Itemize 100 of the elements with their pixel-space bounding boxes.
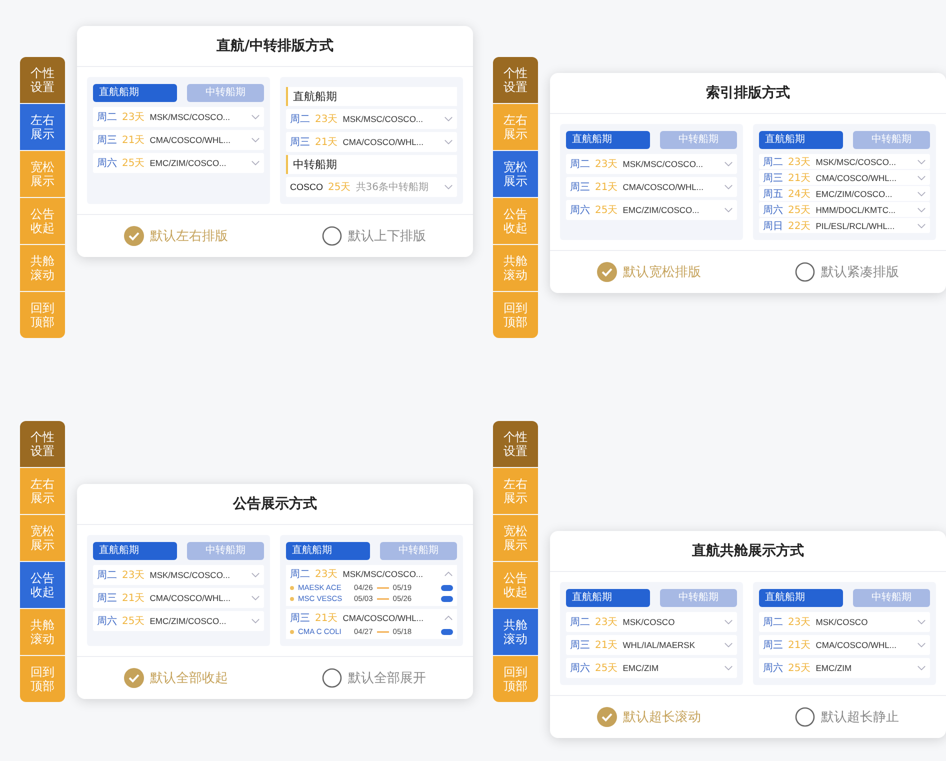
duration-text: 22天 <box>788 220 811 232</box>
weekday-text: 周五 <box>763 188 783 200</box>
route-line-icon <box>376 630 389 632</box>
carrier-text: CMA/COSCO/WHL... <box>816 640 896 650</box>
settings-header[interactable]: 个性设置 <box>20 421 65 467</box>
settings-header[interactable]: 个性设置 <box>493 421 538 467</box>
schedule-tab[interactable]: 直航船期 <box>566 131 650 149</box>
weekday-text: COSCO <box>290 182 324 192</box>
carrier-text: CMA/COSCO/WHL... <box>816 172 896 182</box>
carrier-text: EMC/ZIM <box>816 663 852 673</box>
schedule-tab[interactable]: 直航船期 <box>759 589 842 607</box>
weekday-text: 周二 <box>290 113 310 126</box>
schedule-tab[interactable]: 直航船期 <box>759 131 842 149</box>
carrier-text: HMM/DOCL/KMTC... <box>816 204 896 214</box>
duration-text: 23天 <box>315 568 338 580</box>
weekday-text: 周二 <box>763 156 783 168</box>
side-menu-item[interactable]: 公告收起 <box>20 562 65 608</box>
schedule-tab[interactable]: 直航船期 <box>93 84 176 102</box>
schedule-row[interactable]: 周六 25天 EMC/ZIM/COSCO... <box>566 200 737 220</box>
duration-text: 24天 <box>788 188 811 200</box>
chevron-down-icon <box>917 190 926 196</box>
weekday-text: 周二 <box>570 158 590 171</box>
layout-option[interactable]: 默认紧凑排版 <box>748 251 946 293</box>
chevron-down-icon <box>917 619 926 625</box>
chevron-down-icon <box>724 184 733 190</box>
duration-text: 25天 <box>122 615 145 628</box>
side-menu-item[interactable]: 共舱滚动 <box>493 609 538 655</box>
carrier-text: MSK/MSC/COSCO... <box>150 570 230 580</box>
popup-title: 直航/中转排版方式 <box>77 26 473 67</box>
layout-option[interactable]: 默认全部展开 <box>275 657 473 699</box>
chevron-down-icon <box>444 139 453 145</box>
weekday-text: 周三 <box>290 136 310 149</box>
schedule-row[interactable]: COSCO 25天 共36条中转船期 <box>286 177 457 197</box>
carrier-text: MSK/COSCO <box>622 617 675 627</box>
schedule-row[interactable]: 周五 24天 EMC/ZIM/COSCO... <box>759 186 930 201</box>
chevron-down-icon <box>724 665 733 671</box>
chevron-down-icon <box>917 174 926 180</box>
side-menu-item[interactable]: 宽松展示 <box>493 151 538 197</box>
check-circle-icon[interactable] <box>597 262 617 282</box>
schedule-row[interactable]: 周日 22天 PIL/ESL/RCL/WHL... <box>759 218 930 233</box>
radio-circle-icon[interactable] <box>795 262 815 282</box>
schedule-tab[interactable]: 直航船期 <box>93 542 176 560</box>
chevron-down-icon <box>251 572 260 578</box>
chevron-down-icon <box>444 184 453 190</box>
weekday-text: 周二 <box>570 616 590 629</box>
check-circle-icon[interactable] <box>124 668 144 688</box>
carrier-text: WHL/IAL/MAERSK <box>622 640 696 650</box>
radio-circle-icon[interactable] <box>322 668 342 688</box>
weekday-text: 周二 <box>97 111 117 124</box>
dot-icon <box>290 596 294 600</box>
chevron-down-icon <box>917 206 926 212</box>
layout-option[interactable]: 默认超长静止 <box>748 696 946 738</box>
carrier-text: CMA/COSCO/WHL... <box>342 612 424 622</box>
layout-option[interactable]: 默认上下排版 <box>275 215 473 257</box>
schedule-row[interactable]: 周三 21天 CMA/COSCO/WHL... <box>566 177 737 197</box>
schedule-row[interactable]: 周二 23天 MSK/MSC/COSCO... <box>286 109 457 129</box>
chevron-down-icon <box>251 114 260 120</box>
schedule-row[interactable]: 周六 25天 EMC/ZIM/COSCO... <box>93 611 264 631</box>
carrier-text: PIL/ESL/RCL/WHL... <box>816 220 895 230</box>
duration-text: 25天 <box>595 204 618 217</box>
settings-header[interactable]: 个性设置 <box>493 57 538 103</box>
radio-circle-icon[interactable] <box>795 707 815 727</box>
duration-text: 21天 <box>788 639 811 652</box>
weekday-text: 周六 <box>570 204 590 217</box>
schedule-row[interactable]: 周三 21天 CMA/COSCO/WHL... <box>93 588 264 608</box>
duration-text: 23天 <box>122 569 145 582</box>
schedule-row[interactable]: 周三 21天 CMA/COSCO/WHL... <box>286 132 457 152</box>
duration-text: 23天 <box>788 616 811 629</box>
schedule-row[interactable]: 周二 23天 MSK/MSC/COSCO... <box>566 154 737 174</box>
carrier-text: 共36条中转船期 <box>356 180 428 194</box>
schedule-row[interactable]: 周六 25天 EMC/ZIM <box>566 658 737 678</box>
chevron-down-icon <box>724 161 733 167</box>
schedule-tab[interactable]: 直航船期 <box>566 589 650 607</box>
carrier-text: MSK/MSC/COSCO... <box>150 112 230 122</box>
schedule-row[interactable]: 周二 23天 MSK/MSC/COSCO... <box>93 107 264 127</box>
popup-title: 公告展示方式 <box>77 484 473 525</box>
weekday-text: 周二 <box>97 569 117 582</box>
duration-text: 21天 <box>122 134 145 147</box>
schedule-row[interactable]: 周二 23天 MSK/COSCO <box>759 612 930 632</box>
check-circle-icon[interactable] <box>124 226 144 246</box>
weekday-text: 周三 <box>570 181 590 194</box>
popup-title: 索引排版方式 <box>550 73 946 114</box>
check-circle-icon[interactable] <box>597 707 617 727</box>
schedule-row[interactable]: 周三 21天 WHL/IAL/MAERSK <box>566 635 737 655</box>
schedule-row[interactable]: 周三 21天 CMA/COSCO/WHL... <box>93 130 264 150</box>
schedule-row[interactable]: 周二 23天 MSK/COSCO <box>566 612 737 632</box>
schedule-row[interactable]: 周六 25天 EMC/ZIM <box>759 658 930 678</box>
side-menu-item[interactable]: 左右展示 <box>20 104 65 150</box>
weekday-text: 周日 <box>763 220 783 232</box>
weekday-text: 周六 <box>763 204 783 216</box>
schedule-row[interactable]: 周三 21天 CMA/COSCO/WHL... <box>759 635 930 655</box>
carrier-text: EMC/ZIM <box>622 663 659 673</box>
radio-circle-icon[interactable] <box>322 226 342 246</box>
schedule-row[interactable]: 周三 21天 CMA/COSCO/WHL... <box>759 170 930 185</box>
schedule-row[interactable]: 周六 25天 EMC/ZIM/COSCO... <box>93 153 264 173</box>
schedule-tab[interactable]: 直航船期 <box>286 542 370 560</box>
schedule-row[interactable]: 周二 23天 MSK/MSC/COSCO... <box>93 565 264 585</box>
settings-header[interactable]: 个性设置 <box>20 57 65 103</box>
schedule-row[interactable]: 周二 23天 MSK/MSC/COSCO... <box>759 154 930 169</box>
schedule-row[interactable]: 周六 25天 HMM/DOCL/KMTC... <box>759 202 930 217</box>
